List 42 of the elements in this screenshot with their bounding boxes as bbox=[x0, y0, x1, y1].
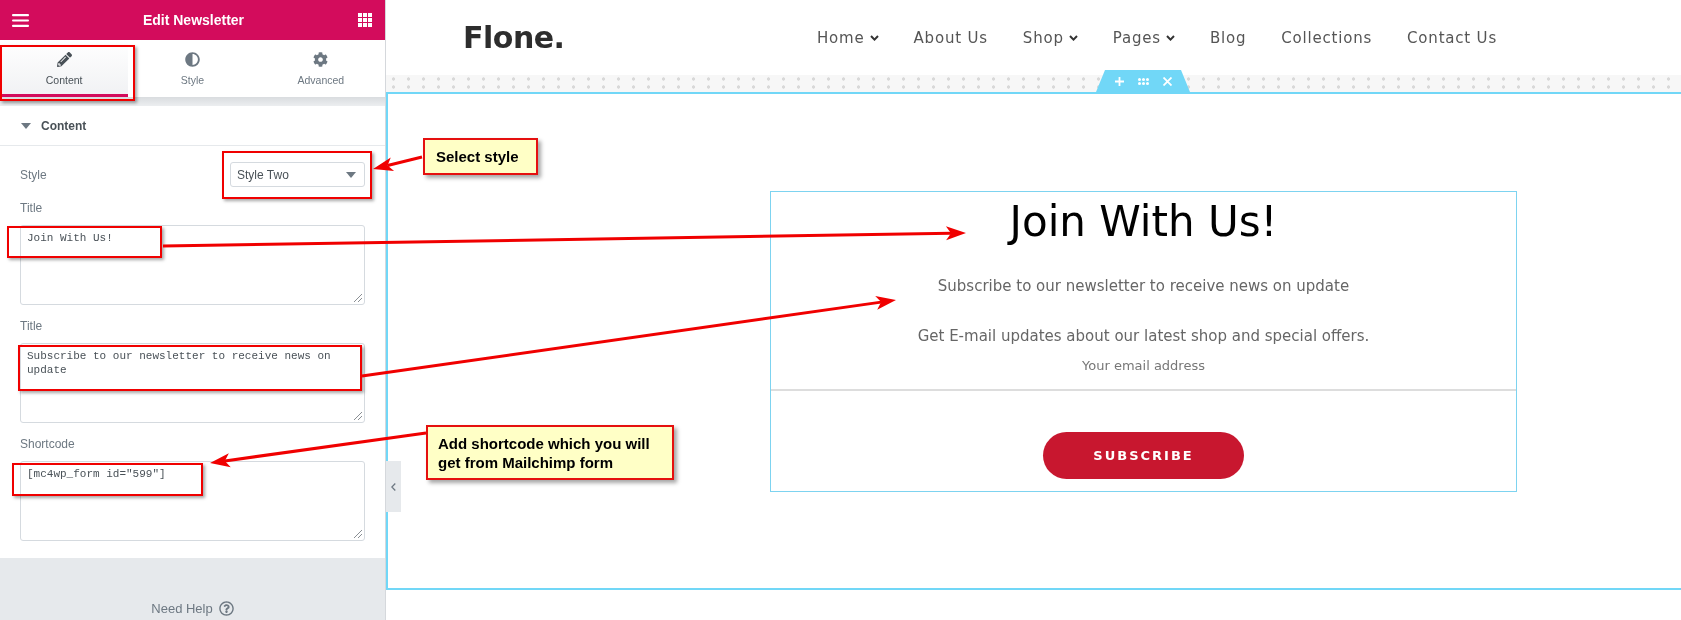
help-link[interactable]: Need Help bbox=[151, 601, 234, 616]
nav-link[interactable]: Collections bbox=[1281, 28, 1373, 47]
chevron-down-icon bbox=[1165, 34, 1175, 41]
caret-icon bbox=[346, 171, 356, 178]
text-area-field[interactable]: [mc4wp_form id="599"] bbox=[20, 461, 365, 541]
newsletter-text: Get E-mail updates about our latest shop and special offers. bbox=[917, 326, 1370, 346]
resize-grip-icon[interactable] bbox=[354, 412, 362, 420]
resize-grip-icon[interactable] bbox=[354, 294, 362, 302]
site-logo[interactable]: Flone. bbox=[463, 20, 565, 55]
panel-title: Edit Newsletter bbox=[141, 12, 246, 28]
chevron-down-icon bbox=[1068, 34, 1078, 41]
nav-link[interactable]: Shop bbox=[1022, 28, 1078, 47]
nav-link[interactable]: About Us bbox=[913, 28, 988, 47]
callout-note: Select style bbox=[423, 138, 538, 175]
gear-icon bbox=[313, 52, 329, 67]
annotation-arrow bbox=[373, 155, 423, 172]
field-label: Shortcode bbox=[20, 436, 76, 452]
newsletter-heading: Join With Us! bbox=[1009, 198, 1278, 246]
resize-grip-icon[interactable] bbox=[354, 530, 362, 538]
menu-icon[interactable] bbox=[12, 13, 29, 27]
field-label: Style bbox=[20, 166, 47, 183]
nav-link[interactable]: Pages bbox=[1112, 28, 1175, 47]
subscribe-button[interactable]: SUBSCRIBE bbox=[1043, 432, 1244, 479]
close-icon[interactable] bbox=[1162, 76, 1172, 86]
chevron-down-icon bbox=[869, 34, 879, 41]
field-label: Title bbox=[20, 200, 44, 216]
text-area-field[interactable]: Join With Us! bbox=[20, 225, 365, 305]
nav-link[interactable]: Contact Us bbox=[1407, 28, 1497, 47]
pencil-icon bbox=[56, 52, 72, 67]
grid-icon[interactable] bbox=[358, 13, 372, 27]
nav-link[interactable]: Blog bbox=[1209, 28, 1247, 47]
newsletter-subtitle: Subscribe to our newsletter to receive news on update bbox=[937, 276, 1350, 296]
text-area-field[interactable]: Subscribe to our newsletter to receive news on update bbox=[20, 343, 365, 423]
nav-link[interactable]: Home bbox=[817, 28, 879, 47]
callout-note: Add shortcode which you will get from Mailchimp form bbox=[426, 425, 674, 480]
email-field[interactable]: Your email address bbox=[771, 350, 1516, 391]
help-icon bbox=[218, 601, 234, 616]
field-label: Title bbox=[20, 318, 44, 334]
drag-handle-icon[interactable] bbox=[1137, 77, 1149, 85]
plus-icon[interactable] bbox=[1114, 76, 1124, 86]
style-select[interactable]: Style Two bbox=[230, 162, 365, 187]
chevron-left-icon bbox=[391, 482, 396, 491]
